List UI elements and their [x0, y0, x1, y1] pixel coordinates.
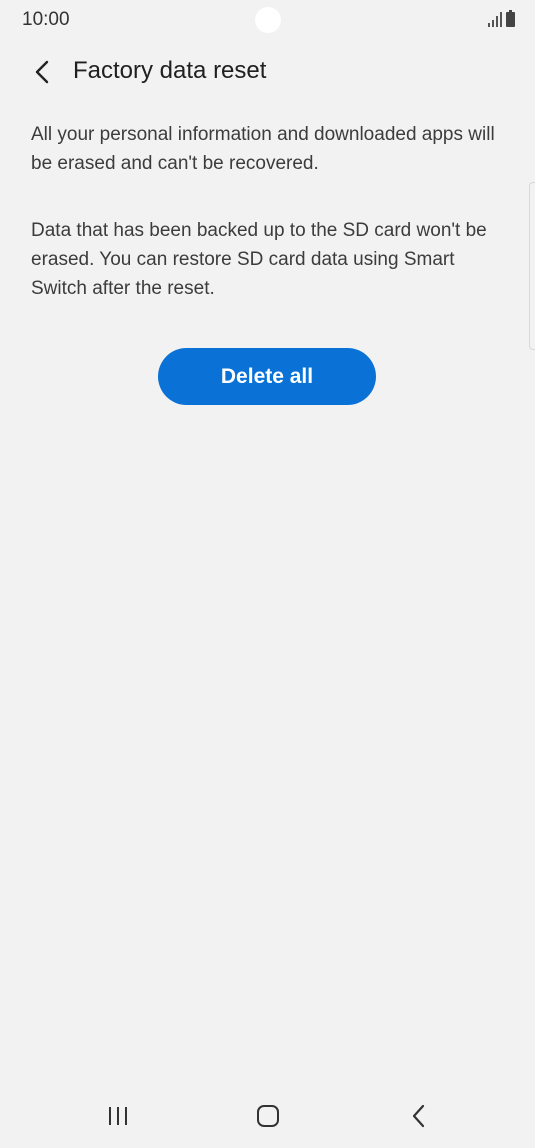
nav-bar [0, 1086, 535, 1148]
sd-card-paragraph: Data that has been backed up to the SD c… [31, 220, 487, 299]
status-time: 10:00 [22, 9, 70, 30]
camera-cutout [255, 7, 281, 33]
app-bar: Factory data reset [0, 50, 535, 94]
home-icon [257, 1105, 279, 1127]
home-button[interactable] [238, 1094, 298, 1138]
chevron-left-icon [35, 60, 49, 84]
scroll-indicator [529, 182, 535, 350]
battery-icon [506, 10, 515, 27]
signal-icon [488, 11, 502, 27]
content: All your personal information and downlo… [31, 120, 501, 303]
back-button[interactable] [26, 54, 58, 90]
recents-icon [109, 1107, 127, 1125]
recents-button[interactable] [88, 1094, 148, 1138]
status-bar: 10:00 [0, 0, 535, 42]
nav-back-button[interactable] [388, 1094, 448, 1138]
back-icon [412, 1104, 425, 1128]
status-icons [488, 10, 515, 27]
warning-paragraph: All your personal information and downlo… [31, 124, 495, 174]
delete-all-button[interactable]: Delete all [158, 348, 376, 405]
page-title: Factory data reset [73, 57, 267, 84]
